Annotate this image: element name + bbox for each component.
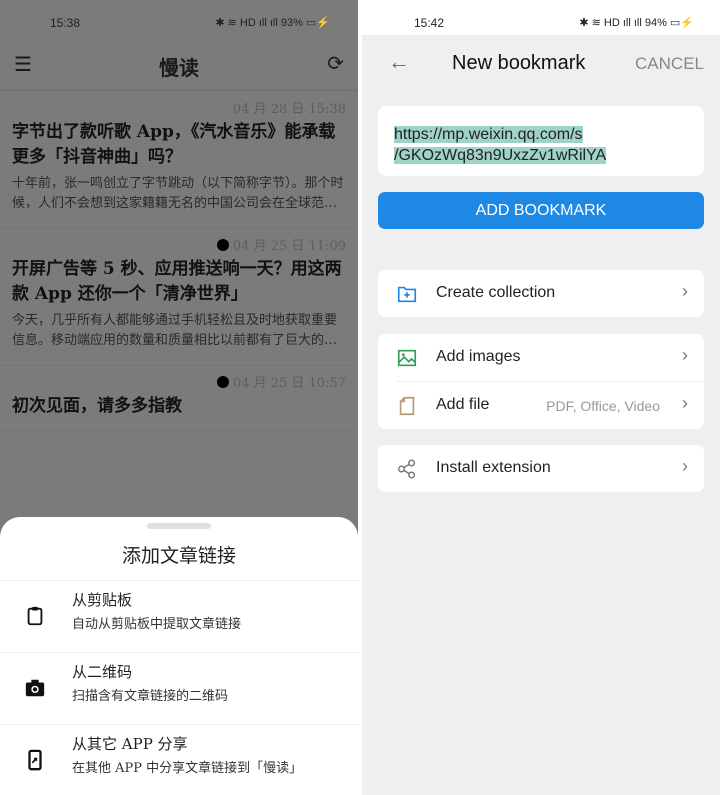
page-title: New bookmark [452, 52, 586, 74]
article-title: 开屏广告等 5 秒、应用推送响一天？用这两款 App 还你一个「清净世界」 [12, 259, 342, 304]
create-collection-row[interactable]: Create collection › [378, 270, 704, 317]
app-bar: ☰ 慢读 ⟳ [0, 40, 358, 91]
add-content-card: Add images › Add file PDF, Office, Video… [378, 334, 704, 429]
extension-card: Install extension › [378, 445, 704, 492]
cancel-button[interactable]: CANCEL [635, 54, 704, 74]
row-label: Install extension [436, 459, 551, 476]
status-bar: 15:42 ✱ ≋ HD ıll ıll 94% ▭⚡ [362, 0, 720, 35]
create-collection-card: Create collection › [378, 270, 704, 317]
status-icons: ✱ ≋ HD ıll ıll 93% ▭⚡ [215, 17, 330, 29]
add-bookmark-button[interactable]: ADD BOOKMARK [378, 192, 704, 229]
phone-share-icon [28, 749, 42, 771]
header: ← New bookmark CANCEL [362, 35, 720, 92]
option-desc: 在其他 APP 中分享文章链接到「慢读」 [72, 761, 303, 776]
add-link-bottom-sheet: 添加文章链接 从剪贴板 自动从剪贴板中提取文章链接 从二维码 扫描含有文章链接的… [0, 517, 358, 795]
back-arrow-icon[interactable]: ← [388, 49, 410, 75]
article-item[interactable]: 04 月 25 日 11:09 开屏广告等 5 秒、应用推送响一天？用这两款 A… [0, 237, 358, 366]
article-date: 04 月 25 日 11:09 [232, 239, 346, 254]
bookmark-app-screen: 15:42 ✱ ≋ HD ıll ıll 94% ▭⚡ ← New bookma… [362, 0, 720, 795]
option-label: 从二维码 [72, 663, 133, 681]
option-share[interactable]: 从其它 APP 分享 在其他 APP 中分享文章链接到「慢读」 [0, 725, 358, 795]
option-clipboard[interactable]: 从剪贴板 自动从剪贴板中提取文章链接 [0, 581, 358, 652]
image-icon [397, 349, 417, 367]
option-qrcode[interactable]: 从二维码 扫描含有文章链接的二维码 [0, 653, 358, 724]
row-hint: PDF, Office, Video [546, 398, 660, 414]
status-time: 15:42 [414, 16, 445, 30]
article-date: 04 月 25 日 10:57 [232, 376, 346, 391]
folder-plus-icon [397, 286, 417, 303]
row-label: Create collection [436, 284, 556, 301]
row-label: Add file [436, 396, 490, 413]
url-line-1: https://mp.weixin.qq.com/s [394, 126, 583, 143]
url-input[interactable]: https://mp.weixin.qq.com/s /GKOzWq83n9Ux… [378, 106, 704, 176]
chevron-right-icon: › [682, 345, 688, 365]
option-label: 从其它 APP 分享 [72, 735, 188, 753]
chevron-right-icon: › [682, 393, 688, 413]
chevron-right-icon: › [682, 281, 688, 301]
unread-dot [216, 239, 229, 251]
article-summary: 今天，几乎所有人都能够通过手机轻松且及时地获取重要信息。移动端应用的数量和质量相… [12, 313, 338, 348]
article-item[interactable]: 04 月 28 日 15:38 字节出了款听歌 App，《汽水音乐》能承载更多「… [0, 100, 358, 229]
unread-dot [216, 376, 229, 388]
url-line-2: /GKOzWq83n9UxzZv1wRilYA [394, 147, 607, 164]
article-title: 字节出了款听歌 App，《汽水音乐》能承载更多「抖音神曲」吗？ [12, 122, 336, 167]
app-title: 慢读 [159, 56, 199, 80]
install-extension-row[interactable]: Install extension › [378, 445, 704, 492]
status-time: 15:38 [50, 16, 81, 30]
add-images-row[interactable]: Add images › [378, 334, 704, 381]
clipboard-icon [27, 606, 43, 626]
chevron-right-icon: › [682, 456, 688, 476]
camera-icon [25, 679, 45, 697]
row-label: Add images [436, 348, 521, 365]
reader-app-screen: 15:38 ✱ ≋ HD ıll ıll 93% ▭⚡ ☰ 慢读 ⟳ 04 月 … [0, 0, 358, 795]
article-summary: 十年前，张一鸣创立了字节跳动（以下简称字节）。那个时候，人们不会想到这家籍籍无名… [12, 176, 344, 211]
option-desc: 自动从剪贴板中提取文章链接 [72, 617, 242, 632]
sync-icon[interactable]: ⟳ [327, 51, 344, 76]
article-item[interactable]: 04 月 25 日 10:57 初次见面，请多多指教 [0, 374, 358, 431]
option-label: 从剪贴板 [72, 591, 133, 609]
file-icon [399, 396, 415, 416]
status-bar: 15:38 ✱ ≋ HD ıll ıll 93% ▭⚡ [0, 0, 358, 40]
article-date: 04 月 28 日 15:38 [232, 102, 346, 117]
share-nodes-icon [398, 459, 416, 479]
add-file-row[interactable]: Add file PDF, Office, Video › [378, 382, 704, 429]
article-title: 初次见面，请多多指教 [12, 396, 182, 416]
option-desc: 扫描含有文章链接的二维码 [72, 689, 229, 704]
drag-handle[interactable] [147, 523, 211, 529]
sheet-title: 添加文章链接 [121, 545, 236, 567]
status-icons: ✱ ≋ HD ıll ıll 94% ▭⚡ [579, 17, 694, 29]
